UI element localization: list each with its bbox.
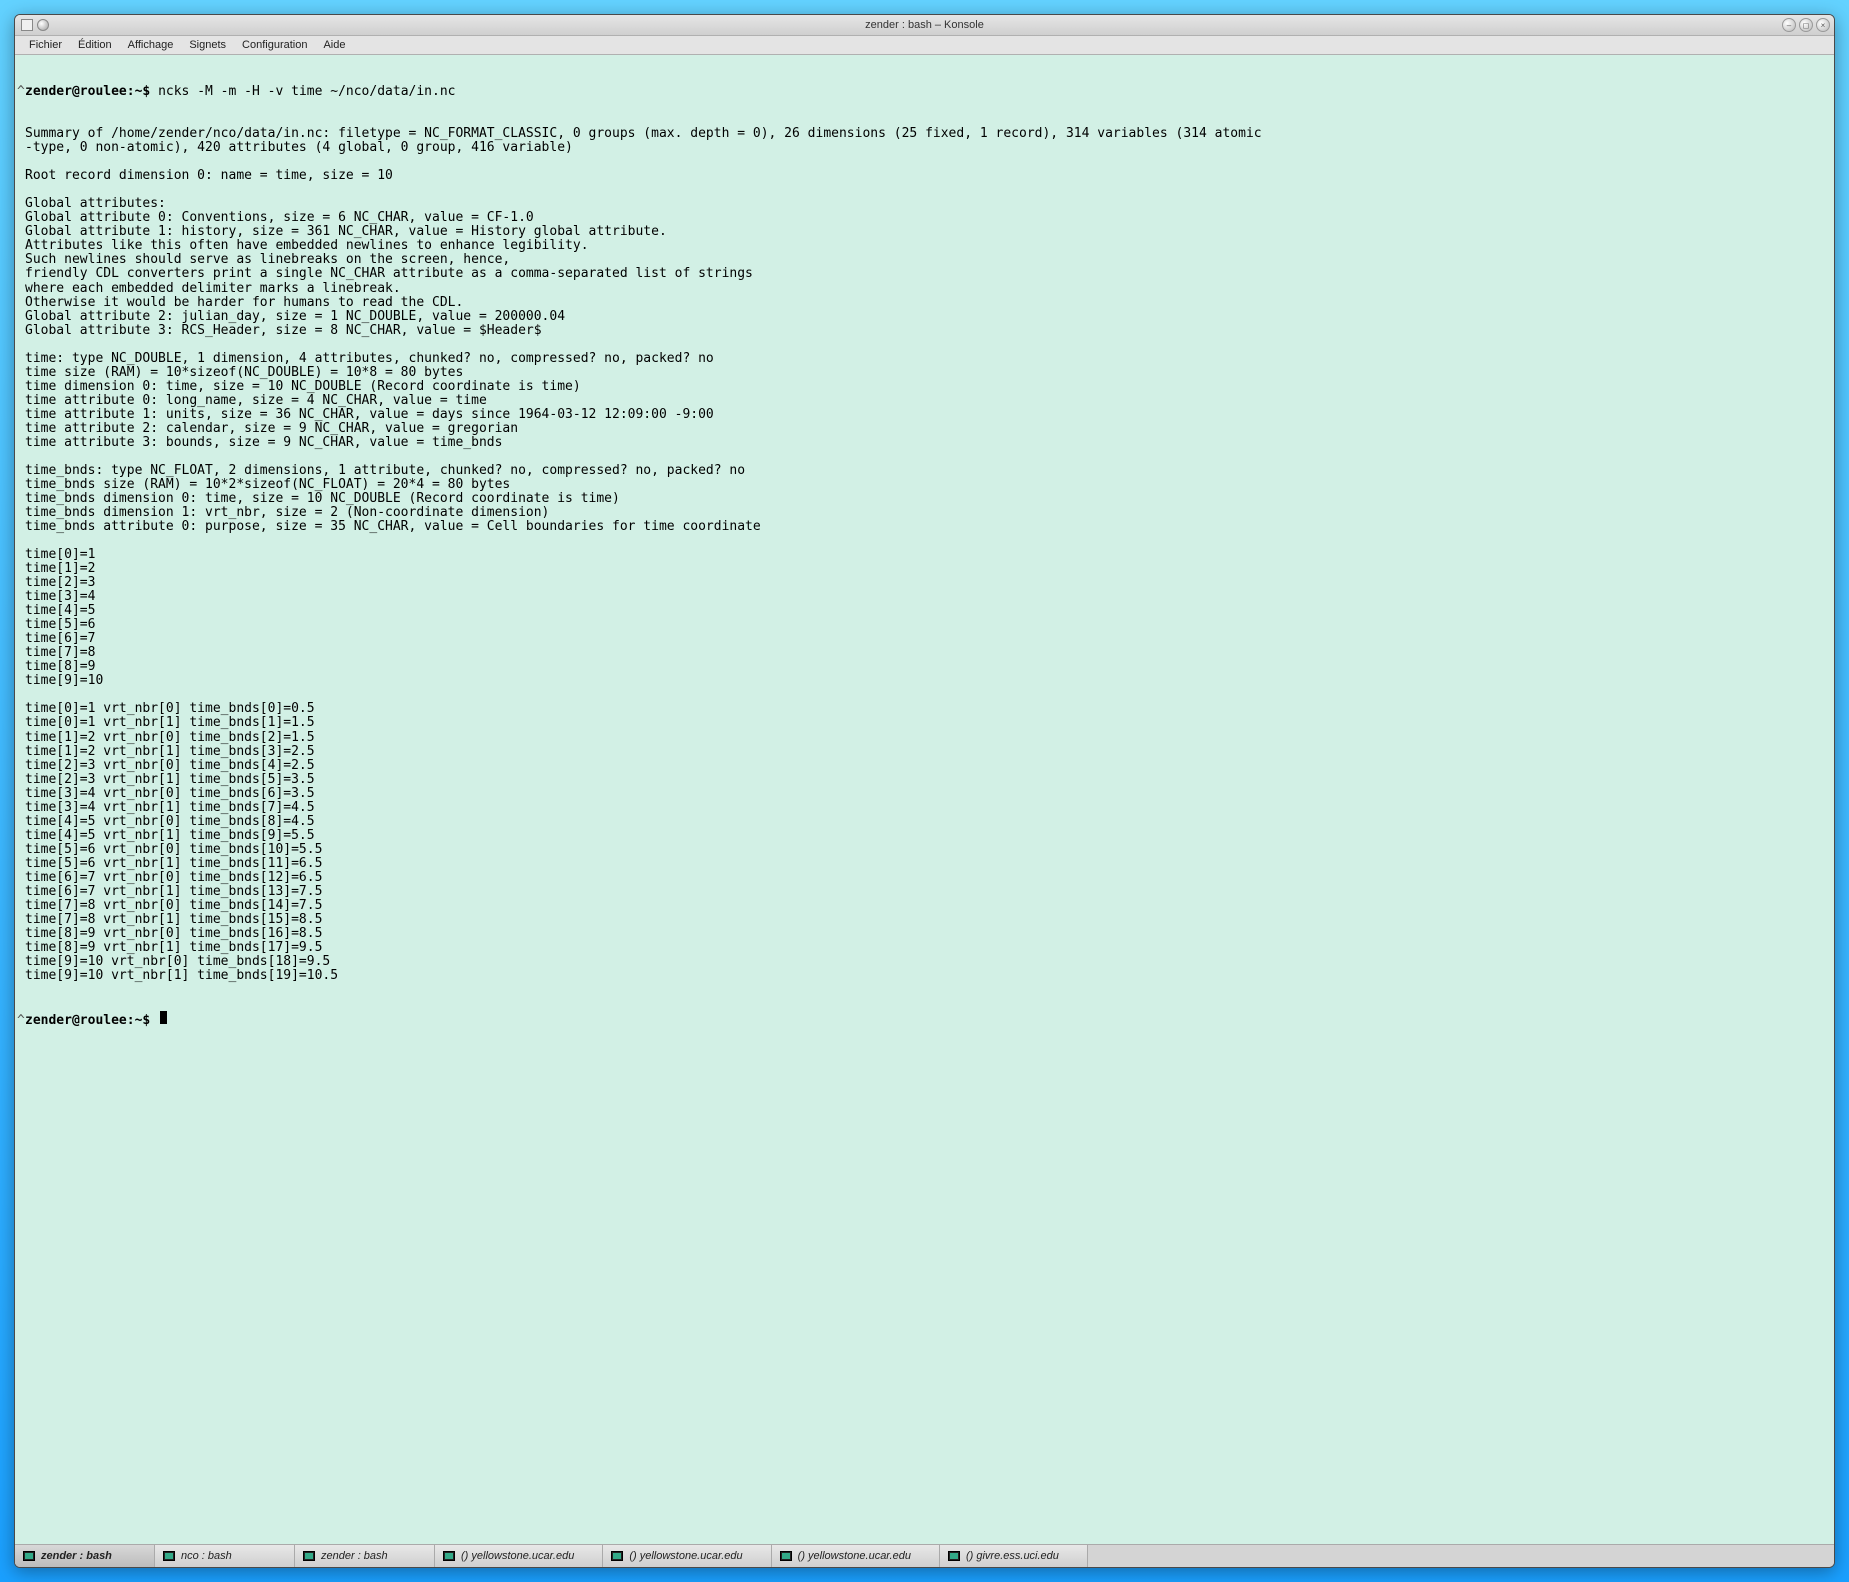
menubar: FichierÉditionAffichageSignetsConfigurat… (15, 36, 1834, 55)
terminal-icon (163, 1551, 175, 1561)
menu-item-configuration[interactable]: Configuration (234, 37, 315, 53)
session-tab-0[interactable]: zender : bash (15, 1545, 155, 1567)
menu-item-édition[interactable]: Édition (70, 37, 120, 53)
titlebar: zender : bash – Konsole – ◻ × (15, 15, 1834, 36)
prompt-line-2: ^zender@roulee:~$ (17, 1011, 1830, 1028)
gutter-caret-icon: ^ (17, 85, 25, 99)
terminal-pane[interactable]: ^zender@roulee:~$ ncks -M -m -H -v time … (15, 55, 1834, 1544)
session-tab-6[interactable]: () givre.ess.uci.edu (940, 1545, 1088, 1567)
session-tab-label: () givre.ess.uci.edu (966, 1550, 1059, 1562)
session-tab-label: () yellowstone.ucar.edu (461, 1550, 574, 1562)
cursor-block-icon (160, 1011, 167, 1024)
shade-icon[interactable] (37, 19, 49, 31)
maximize-button[interactable]: ◻ (1799, 18, 1813, 32)
minimize-button[interactable]: – (1782, 18, 1796, 32)
app-icon (21, 19, 33, 31)
session-tab-5[interactable]: () yellowstone.ucar.edu (772, 1545, 940, 1567)
command-output: Summary of /home/zender/nco/data/in.nc: … (17, 127, 1830, 983)
session-tab-label: () yellowstone.ucar.edu (629, 1550, 742, 1562)
session-tab-label: zender : bash (41, 1550, 112, 1562)
session-tab-2[interactable]: zender : bash (295, 1545, 435, 1567)
menu-item-fichier[interactable]: Fichier (21, 37, 70, 53)
terminal-icon (443, 1551, 455, 1561)
terminal-icon (611, 1551, 623, 1561)
terminal-icon (780, 1551, 792, 1561)
shell-prompt: zender@roulee:~$ (25, 85, 158, 99)
session-tab-label: () yellowstone.ucar.edu (798, 1550, 911, 1562)
tab-bar: zender : bash nco : bash zender : bash () y… (15, 1544, 1834, 1567)
terminal-icon (23, 1551, 35, 1561)
session-tab-1[interactable]: nco : bash (155, 1545, 295, 1567)
menu-item-aide[interactable]: Aide (315, 37, 353, 53)
shell-prompt-2: zender@roulee:~$ (25, 1014, 158, 1028)
gutter-caret-icon: ^ (17, 1014, 25, 1028)
konsole-window: zender : bash – Konsole – ◻ × FichierÉdi… (14, 14, 1835, 1568)
window-title: zender : bash – Konsole (15, 19, 1834, 31)
close-button[interactable]: × (1816, 18, 1830, 32)
menu-item-affichage[interactable]: Affichage (120, 37, 182, 53)
shell-command: ncks -M -m -H -v time ~/nco/data/in.nc (158, 85, 455, 99)
terminal-icon (303, 1551, 315, 1561)
session-tab-3[interactable]: () yellowstone.ucar.edu (435, 1545, 603, 1567)
session-tab-label: nco : bash (181, 1550, 232, 1562)
session-tab-4[interactable]: () yellowstone.ucar.edu (603, 1545, 771, 1567)
prompt-line-1: ^zender@roulee:~$ ncks -M -m -H -v time … (17, 85, 1830, 99)
session-tab-label: zender : bash (321, 1550, 388, 1562)
menu-item-signets[interactable]: Signets (181, 37, 234, 53)
terminal-icon (948, 1551, 960, 1561)
